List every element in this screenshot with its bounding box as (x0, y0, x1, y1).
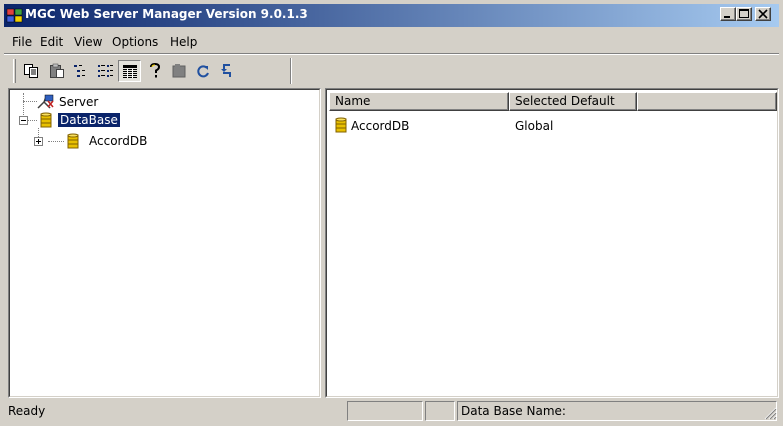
tree-view: Server DataBase AccordDB (9, 89, 320, 397)
resize-grip-icon[interactable] (764, 407, 777, 420)
column-header-selected-default[interactable]: Selected Default (509, 92, 637, 111)
refresh-button[interactable] (192, 60, 215, 82)
grid-view-icon (123, 65, 137, 78)
app-window: MGC Web Server Manager Version 9.0.1.3 F… (0, 0, 783, 426)
list-header: Name Selected Default (329, 92, 777, 111)
tree-connector (28, 120, 37, 121)
list-panel[interactable]: Name Selected Default AccordDB Global (325, 88, 779, 398)
toolbar-grip[interactable] (13, 59, 16, 83)
tree-connector (48, 141, 64, 142)
menu-options[interactable]: Options (112, 35, 158, 49)
paste-button[interactable] (46, 60, 69, 82)
tree-label-accorddb: AccordDB (89, 134, 148, 148)
database-icon (66, 133, 80, 153)
database-icon (39, 112, 53, 132)
copy-icon (24, 64, 38, 78)
folder-icon (172, 64, 186, 78)
close-button[interactable] (755, 7, 771, 21)
list-item[interactable]: AccordDB Global (329, 117, 777, 135)
status-pane-3 (425, 401, 455, 421)
tree-label-server: Server (59, 95, 99, 109)
column-header-empty[interactable] (637, 92, 777, 111)
tree-connector (23, 93, 24, 115)
help-icon (150, 63, 161, 78)
detail-view-button[interactable] (94, 60, 117, 82)
status-bar: Ready Data Base Name: (4, 400, 779, 422)
copy-button[interactable] (20, 60, 43, 82)
close-icon (758, 9, 768, 19)
database-icon (334, 117, 348, 137)
title-bar[interactable]: MGC Web Server Manager Version 9.0.1.3 (4, 4, 779, 27)
maximize-icon (739, 9, 749, 18)
paste-icon (50, 63, 64, 78)
toolbar-end-separator (290, 58, 292, 84)
status-text: Ready (8, 404, 46, 418)
menu-bar: File Edit View Options Help (4, 32, 779, 52)
list-item-selected-default: Global (515, 119, 554, 133)
maximize-button[interactable] (736, 7, 752, 21)
minimize-icon (724, 16, 730, 18)
expand-toggle[interactable] (34, 137, 43, 146)
refresh-icon (197, 65, 209, 78)
list-item-name: AccordDB (351, 119, 410, 133)
detail-view-icon (98, 65, 113, 77)
folder-button[interactable] (168, 60, 191, 82)
list-view-button[interactable] (70, 60, 93, 82)
grid-view-button[interactable] (118, 60, 141, 82)
tree-label-database: DataBase (57, 112, 121, 128)
column-header-name[interactable]: Name (329, 92, 509, 111)
menu-edit[interactable]: Edit (40, 35, 63, 49)
server-icon (36, 93, 56, 114)
reload-icon (221, 64, 231, 77)
help-button[interactable] (144, 60, 167, 82)
list-view: Name Selected Default AccordDB Global (326, 89, 778, 397)
minimize-button[interactable] (720, 7, 736, 21)
tree-connector (23, 101, 37, 102)
list-view-icon (74, 65, 85, 77)
status-db-name: Data Base Name: (457, 401, 777, 421)
toolbar (12, 57, 292, 85)
menu-file[interactable]: File (12, 35, 32, 49)
toolbar-divider (4, 53, 779, 55)
collapse-toggle[interactable] (19, 116, 28, 125)
window-title: MGC Web Server Manager Version 9.0.1.3 (25, 7, 308, 21)
reload-button[interactable] (216, 60, 239, 82)
menu-help[interactable]: Help (170, 35, 197, 49)
status-pane-2 (347, 401, 423, 421)
tree-panel[interactable]: Server DataBase AccordDB (8, 88, 321, 398)
app-icon (6, 7, 23, 24)
menu-view[interactable]: View (74, 35, 102, 49)
